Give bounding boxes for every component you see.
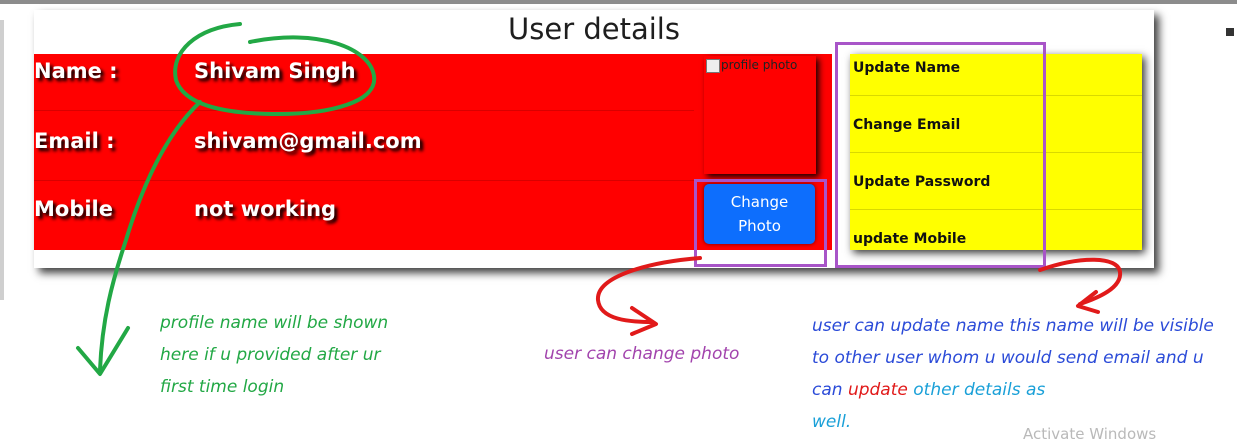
red-curl-arrow-photo	[596, 256, 702, 324]
blue-note-last-line: well.	[812, 412, 852, 432]
blue-annotation-note: user can update name this name will be v…	[812, 310, 1232, 438]
green-note-line-2: here if u provided after ur	[160, 345, 381, 365]
red-curl-arrow-actions	[1038, 257, 1123, 306]
blue-note-red-word: update	[847, 380, 908, 400]
green-annotation-note: profile name will be shown here if u pro…	[160, 307, 440, 403]
blue-note-cyan-text: other details as	[907, 380, 1046, 400]
activate-windows-watermark: Activate Windows	[1023, 425, 1157, 443]
purple-annotation-note: user can change photo	[544, 344, 740, 364]
green-note-line-3: first time login	[160, 377, 285, 397]
name-circle-annotation	[173, 22, 377, 117]
green-note-line-1: profile name will be shown	[160, 313, 389, 333]
